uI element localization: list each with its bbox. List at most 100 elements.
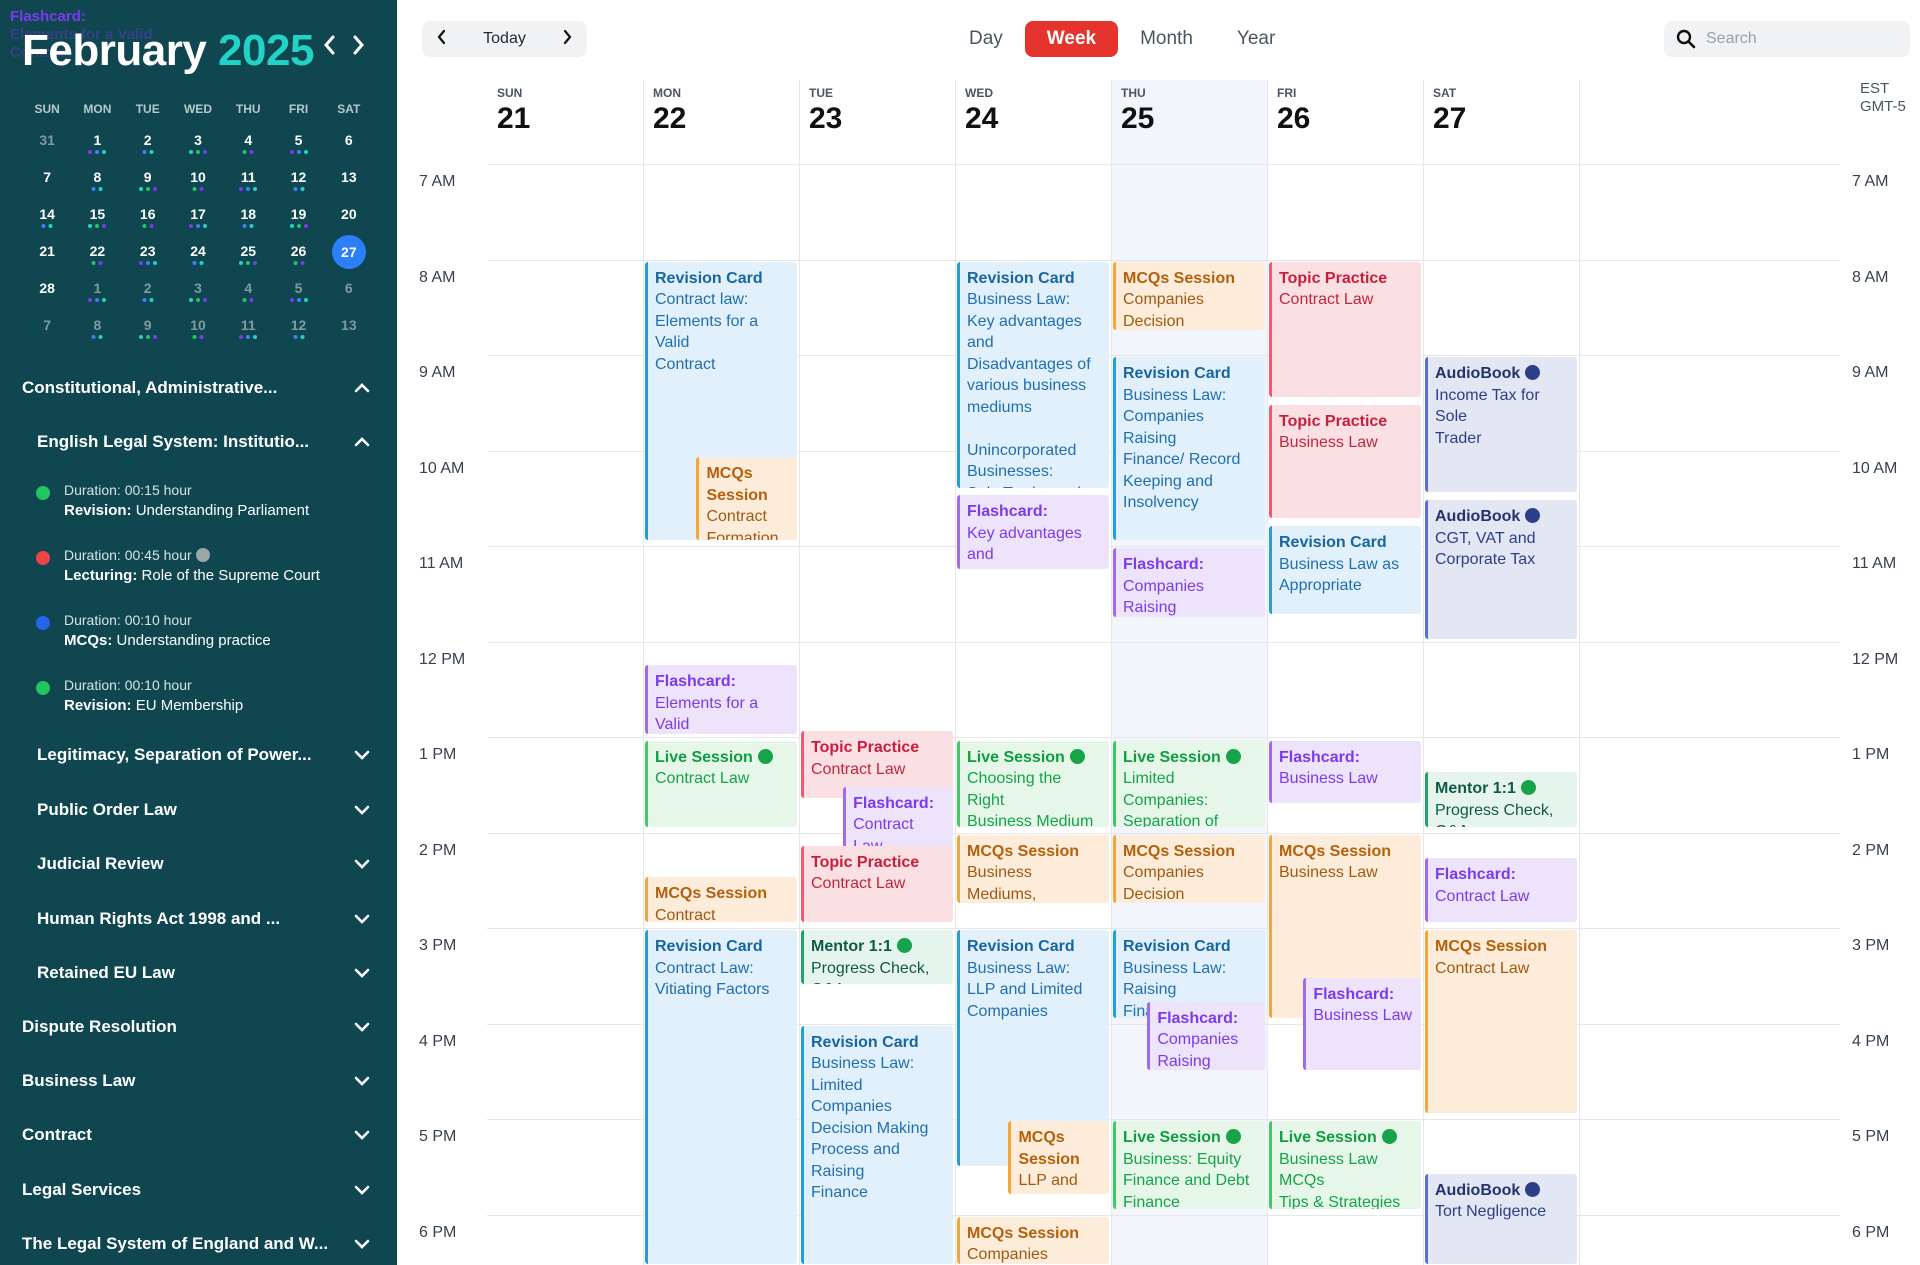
mini-day[interactable]: 7 — [22, 159, 72, 196]
accordion-topic[interactable]: Contract — [0, 1115, 397, 1155]
day-header[interactable]: WED 24 — [955, 80, 1111, 164]
calendar-event[interactable]: Revision Card Contract Law: Vitiating Fact… — [645, 930, 797, 1264]
view-tab-year[interactable]: Year — [1215, 21, 1297, 57]
prev-week-button[interactable] — [422, 29, 462, 50]
accordion-toggle[interactable] — [351, 744, 373, 766]
calendar-event[interactable]: AudioBook Tort Negligence — [1425, 1173, 1577, 1264]
calendar-event[interactable]: MCQs Session LLP and Limited ... — [1008, 1121, 1109, 1195]
mini-day[interactable]: 11 — [223, 159, 273, 196]
mini-day[interactable]: 8 — [72, 159, 122, 196]
view-tab-month[interactable]: Month — [1118, 21, 1215, 57]
calendar-event[interactable]: AudioBook Income Tax for Sole Trader — [1425, 357, 1577, 493]
next-week-button[interactable] — [547, 29, 587, 50]
mini-day[interactable]: 10 — [173, 307, 223, 344]
calendar-event[interactable]: MCQs SessionBusiness Mediums,PA, Sole Tr… — [957, 834, 1109, 904]
calendar-event[interactable]: MCQs SessionCompanies DecisionMaking, Bu… — [1113, 834, 1265, 904]
mini-day[interactable]: 27 — [324, 233, 374, 270]
calendar-event[interactable]: Mentor 1:1 Progress Check, Q&A — [801, 930, 953, 985]
accordion-subtopic[interactable]: Legitimacy, Separation of Power... — [0, 735, 397, 775]
mini-day[interactable]: 1 — [72, 270, 122, 307]
accordion-toggle[interactable] — [351, 799, 373, 821]
calendar-event[interactable]: Revision Card Business Law: Key advantages… — [957, 261, 1109, 488]
calendar-event[interactable]: Flashcard: Key advantages and Disadvantage… — [957, 495, 1109, 569]
mini-day[interactable]: 22 — [72, 233, 122, 270]
accordion-toggle[interactable] — [351, 1124, 373, 1146]
mini-day[interactable]: 2 — [123, 122, 173, 159]
task-item[interactable]: Duration: 00:45 hour Lecturing: Role of t… — [36, 547, 376, 584]
accordion-toggle[interactable] — [351, 908, 373, 930]
calendar-event[interactable]: Topic Practice Business Law — [1269, 404, 1421, 519]
accordion-subtopic[interactable]: Judicial Review — [0, 844, 397, 884]
day-header[interactable]: SUN 21 — [487, 80, 643, 164]
accordion-toggle[interactable] — [351, 853, 373, 875]
mini-day[interactable]: 6 — [324, 270, 374, 307]
calendar-event[interactable]: Flashcard: Contract Law — [1425, 858, 1577, 923]
accordion-topic[interactable]: Business Law — [0, 1061, 397, 1101]
search-input[interactable] — [1706, 21, 1896, 57]
mini-day[interactable]: 28 — [22, 270, 72, 307]
mini-day[interactable]: 19 — [273, 196, 323, 233]
mini-day[interactable]: 5 — [273, 122, 323, 159]
mini-day[interactable]: 1 — [72, 122, 122, 159]
day-header[interactable]: SAT 27 — [1423, 80, 1579, 164]
calendar-event[interactable]: Flashcard:Elements for a ValidContract — [645, 665, 797, 735]
accordion-topic[interactable]: Legal Services — [0, 1170, 397, 1210]
accordion-subtopic[interactable]: Human Rights Act 1998 and ... — [0, 899, 397, 939]
mini-day[interactable]: 20 — [324, 196, 374, 233]
mini-day[interactable]: 10 — [173, 159, 223, 196]
view-tab-week[interactable]: Week — [1024, 21, 1119, 57]
mini-day[interactable]: 21 — [22, 233, 72, 270]
calendar-event[interactable]: Topic Practice Contract Law — [801, 845, 953, 923]
mini-day[interactable]: 26 — [273, 233, 323, 270]
accordion-toggle[interactable] — [351, 431, 373, 453]
today-button[interactable]: Today — [462, 30, 547, 48]
accordion-topic[interactable]: Dispute Resolution — [0, 1007, 397, 1047]
calendar-event[interactable]: Mentor 1:1 Progress Check, Q&A — [1425, 772, 1577, 827]
accordion-constitutional-administrative[interactable]: Constitutional, Administrative... — [0, 368, 397, 408]
mini-day[interactable]: 13 — [324, 307, 374, 344]
calendar-event[interactable]: MCQs SessionCompanies DecisionMaking — [1113, 261, 1265, 331]
mini-day[interactable]: 31 — [22, 122, 72, 159]
mini-day[interactable]: 8 — [72, 307, 122, 344]
mini-day[interactable]: 11 — [223, 307, 273, 344]
mini-day[interactable]: 5 — [273, 270, 323, 307]
task-item[interactable]: Duration: 00:10 hour Revision: EU Members… — [36, 677, 376, 714]
calendar-event[interactable]: Flashcard: Business Law — [1269, 740, 1421, 803]
calendar-event[interactable]: MCQs Session Contract Formation — [645, 877, 797, 923]
mini-day[interactable]: 23 — [123, 233, 173, 270]
calendar-event[interactable]: Live Session Business Law MCQs Tips & Stra… — [1269, 1121, 1421, 1209]
accordion-toggle[interactable] — [351, 1070, 373, 1092]
mini-day[interactable]: 9 — [123, 307, 173, 344]
mini-day[interactable]: 9 — [123, 159, 173, 196]
mini-day[interactable]: 15 — [72, 196, 122, 233]
task-item[interactable]: Duration: 00:15 hour Revision: Understand… — [36, 482, 376, 519]
mini-day[interactable]: 14 — [22, 196, 72, 233]
calendar-event[interactable]: Topic Practice Contract Law — [1269, 261, 1421, 397]
accordion-topic[interactable]: The Legal System of England and W... — [0, 1224, 397, 1264]
day-header[interactable]: THU 25 — [1111, 80, 1267, 164]
calendar-event[interactable]: Live Session Contract Law — [645, 740, 797, 827]
mini-day[interactable]: 7 — [22, 307, 72, 344]
calendar-event[interactable]: Flashcard:Companies RaisingFinance — [1113, 548, 1265, 617]
view-tab-day[interactable]: Day — [947, 21, 1025, 57]
mini-day[interactable]: 6 — [324, 122, 374, 159]
mini-day[interactable]: 18 — [223, 196, 273, 233]
mini-prev-month-button[interactable] — [322, 32, 336, 62]
calendar-event[interactable]: Flashcard: Contract Law — [843, 786, 953, 851]
calendar-event[interactable]: Live Session Choosing the Right Business M… — [957, 740, 1109, 827]
accordion-subtopic[interactable]: Retained EU Law — [0, 953, 397, 993]
mini-day[interactable]: 13 — [324, 159, 374, 196]
calendar-event[interactable]: Flashcard: Business Law — [1303, 977, 1421, 1071]
mini-day[interactable]: 25 — [223, 233, 273, 270]
calendar-event[interactable]: Flashcard: Companies Raising Finance — [1147, 1001, 1265, 1071]
calendar-event[interactable]: MCQs Session Contract Formation ... — [696, 457, 797, 541]
accordion-toggle[interactable] — [351, 377, 373, 399]
accordion-toggle[interactable] — [351, 1016, 373, 1038]
calendar-event[interactable]: Live Session Limited Companies: Separation… — [1113, 740, 1265, 827]
mini-day[interactable]: 4 — [223, 122, 273, 159]
day-header[interactable]: MON 22 — [643, 80, 799, 164]
accordion-toggle[interactable] — [351, 962, 373, 984]
calendar-event[interactable]: AudioBook CGT, VAT and Corporate Tax — [1425, 500, 1577, 639]
mini-day[interactable]: 2 — [123, 270, 173, 307]
day-header[interactable]: TUE 23 — [799, 80, 955, 164]
